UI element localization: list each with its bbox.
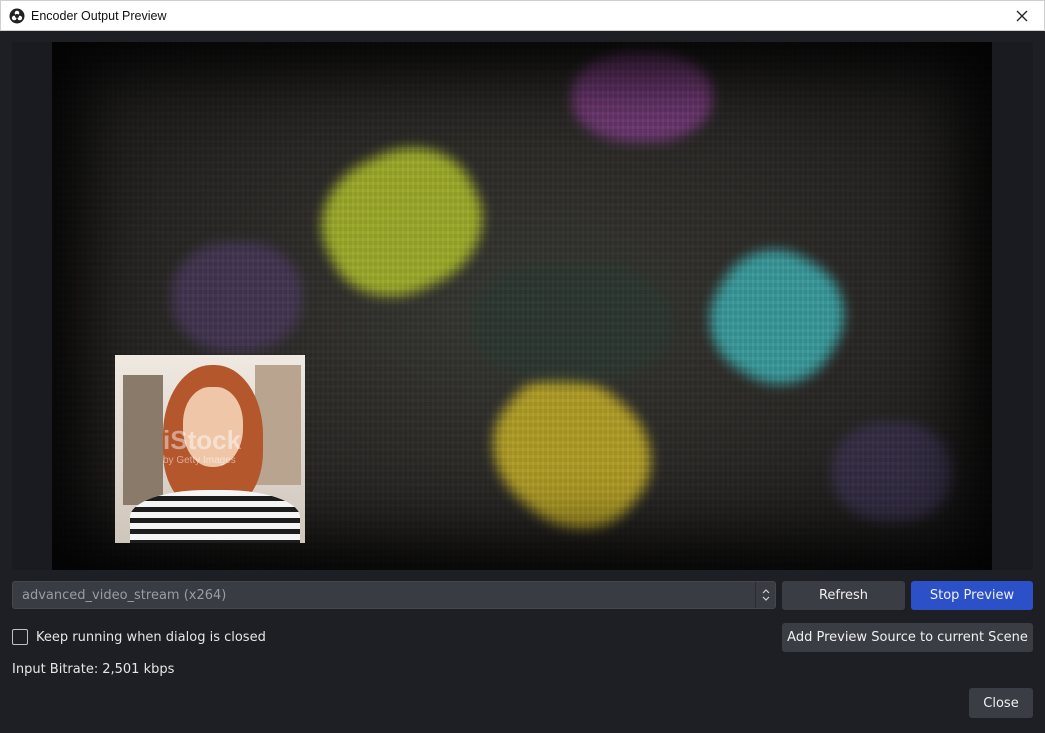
keep-running-option[interactable]: Keep running when dialog is closed	[12, 628, 266, 646]
encoder-select-value: advanced_video_stream (x264)	[22, 587, 227, 603]
watermark-text: iStock	[163, 425, 242, 455]
window-close-button[interactable]	[1000, 1, 1044, 31]
updown-chevron-icon	[762, 589, 769, 601]
input-bitrate: Input Bitrate: 2,501 kbps	[12, 662, 174, 677]
close-icon	[1016, 10, 1028, 22]
encoder-select[interactable]: advanced_video_stream (x264)	[12, 581, 776, 609]
webcam-overlay: iStock by Getty Images	[115, 355, 305, 543]
refresh-button[interactable]: Refresh	[782, 581, 905, 610]
bitrate-label: Input Bitrate:	[12, 662, 99, 677]
window-title: Encoder Output Preview	[31, 8, 167, 23]
keep-running-checkbox[interactable]	[12, 629, 28, 645]
keep-running-label: Keep running when dialog is closed	[36, 629, 266, 645]
bitrate-value: 2,501 kbps	[102, 662, 175, 677]
stop-preview-button[interactable]: Stop Preview	[911, 581, 1033, 610]
close-button[interactable]: Close	[969, 688, 1033, 718]
preview-area: iStock by Getty Images	[12, 42, 1033, 570]
select-spinner[interactable]	[755, 582, 775, 608]
title-bar: Encoder Output Preview	[0, 0, 1045, 31]
add-preview-source-button[interactable]: Add Preview Source to current Scene	[782, 623, 1033, 652]
encoder-video-preview: iStock by Getty Images	[52, 42, 992, 570]
obs-logo-icon	[9, 8, 25, 23]
watermark-subtext: by Getty Images	[163, 455, 236, 466]
